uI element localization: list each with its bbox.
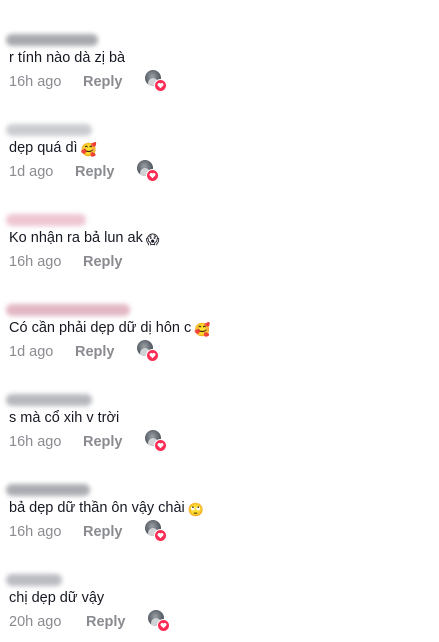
username-redacted[interactable] bbox=[6, 484, 90, 496]
comment-time: 20h ago bbox=[9, 614, 62, 630]
creator-liked-avatar-icon[interactable] bbox=[145, 520, 167, 542]
reply-button[interactable]: Reply bbox=[83, 432, 123, 452]
comment-item: dẹp quá dì 🥰 1d ago Reply bbox=[0, 124, 439, 214]
reply-button[interactable]: Reply bbox=[75, 342, 115, 362]
username-redacted[interactable] bbox=[6, 124, 92, 136]
username-redacted[interactable] bbox=[6, 214, 86, 226]
username-redacted[interactable] bbox=[6, 574, 62, 586]
comment-item: s mà cổ xih v trời 16h ago Reply bbox=[0, 394, 439, 484]
heart-icon bbox=[146, 349, 159, 362]
comment-meta: 16h ago Reply bbox=[9, 252, 123, 272]
heart-icon bbox=[154, 79, 167, 92]
eye-roll-emoji: 🙄 bbox=[187, 502, 204, 517]
comment-list: r tính nào dà zị bà 16h ago Reply dẹp quá… bbox=[0, 0, 439, 642]
reply-button[interactable]: Reply bbox=[86, 612, 126, 632]
comment-time: 16h ago bbox=[9, 74, 62, 90]
comment-text: chị dẹp dữ vậy bbox=[9, 590, 105, 606]
comment-item: chị dẹp dữ vậy 20h ago Reply bbox=[0, 574, 439, 642]
comment-text: bả dẹp dữ thần ôn vậy chài 🙄 bbox=[9, 500, 204, 517]
creator-liked-avatar-icon[interactable] bbox=[148, 610, 170, 632]
creator-liked-avatar-icon[interactable] bbox=[145, 430, 167, 452]
comment-meta: 1d ago Reply bbox=[9, 342, 115, 362]
reply-button[interactable]: Reply bbox=[83, 252, 123, 272]
heart-icon bbox=[154, 529, 167, 542]
comment-item: r tính nào dà zị bà 16h ago Reply bbox=[0, 34, 439, 124]
comment-item: bả dẹp dữ thần ôn vậy chài 🙄 16h ago Reply bbox=[0, 484, 439, 574]
comment-text: r tính nào dà zị bà bbox=[9, 50, 126, 66]
comment-time: 16h ago bbox=[9, 434, 62, 450]
comment-text: s mà cổ xih v trời bbox=[9, 410, 120, 426]
comment-meta: 16h ago Reply bbox=[9, 72, 123, 92]
comment-meta: 16h ago Reply bbox=[9, 432, 123, 452]
comment-time: 16h ago bbox=[9, 254, 62, 270]
comment-text: Ko nhận ra bả lun ak 😱 bbox=[9, 230, 160, 247]
reply-button[interactable]: Reply bbox=[83, 522, 123, 542]
creator-liked-avatar-icon[interactable] bbox=[137, 340, 159, 362]
screaming-face-emoji: 😱 bbox=[145, 232, 160, 247]
comment-meta: 1d ago Reply bbox=[9, 162, 115, 182]
comment-meta: 16h ago Reply bbox=[9, 522, 123, 542]
comment-time: 1d ago bbox=[9, 164, 54, 180]
comment-text: dẹp quá dì 🥰 bbox=[9, 140, 97, 157]
creator-liked-avatar-icon[interactable] bbox=[137, 160, 159, 182]
username-redacted[interactable] bbox=[6, 34, 98, 46]
smiling-hearts-emoji: 🥰 bbox=[194, 322, 211, 337]
reply-button[interactable]: Reply bbox=[75, 162, 115, 182]
smiling-hearts-emoji: 🥰 bbox=[80, 142, 97, 157]
comment-meta: 20h ago Reply bbox=[9, 612, 126, 632]
comment-item: Có cần phải dẹp dữ dị hôn c 🥰 1d ago Reply bbox=[0, 304, 439, 394]
reply-button[interactable]: Reply bbox=[83, 72, 123, 92]
comment-time: 16h ago bbox=[9, 524, 62, 540]
heart-icon bbox=[157, 619, 170, 632]
comment-item: Ko nhận ra bả lun ak 😱 16h ago Reply bbox=[0, 214, 439, 304]
comment-text: Có cần phải dẹp dữ dị hôn c 🥰 bbox=[9, 320, 211, 337]
username-redacted[interactable] bbox=[6, 304, 130, 316]
creator-liked-avatar-icon[interactable] bbox=[145, 70, 167, 92]
heart-icon bbox=[146, 169, 159, 182]
comment-time: 1d ago bbox=[9, 344, 54, 360]
heart-icon bbox=[154, 439, 167, 452]
username-redacted[interactable] bbox=[6, 394, 92, 406]
